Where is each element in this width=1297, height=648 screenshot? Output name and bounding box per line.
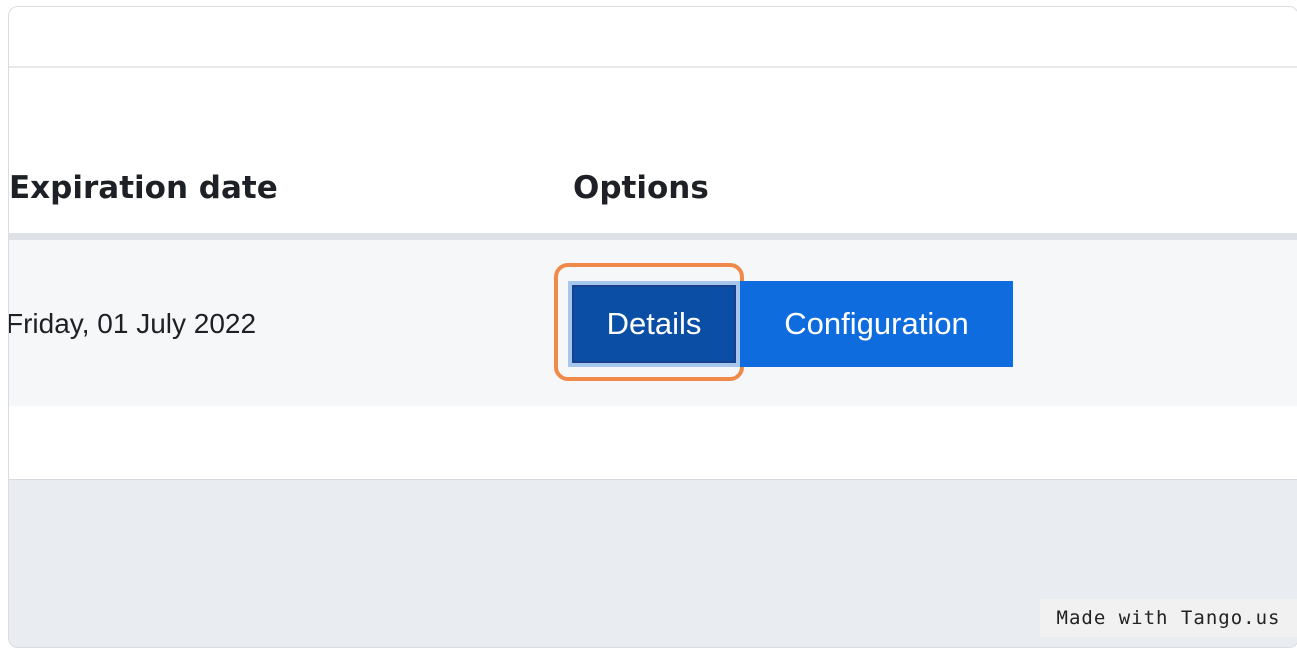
column-header-expiration-date: Expiration date	[9, 170, 278, 206]
configuration-button[interactable]: Configuration	[740, 281, 1013, 367]
expiration-date-cell: Friday, 01 July 2022	[8, 308, 257, 339]
details-button[interactable]: Details	[568, 281, 740, 367]
screenshot-frame: Expiration date Options Friday, 01 July …	[8, 6, 1297, 648]
table-header-divider	[9, 233, 1297, 240]
tango-watermark: Made with Tango.us	[1040, 599, 1297, 637]
table-row: Friday, 01 July 2022 Details Configurati…	[9, 240, 1297, 406]
column-header-options: Options	[573, 170, 709, 206]
table-card: Expiration date Options Friday, 01 July …	[9, 7, 1297, 480]
divider	[9, 66, 1297, 68]
